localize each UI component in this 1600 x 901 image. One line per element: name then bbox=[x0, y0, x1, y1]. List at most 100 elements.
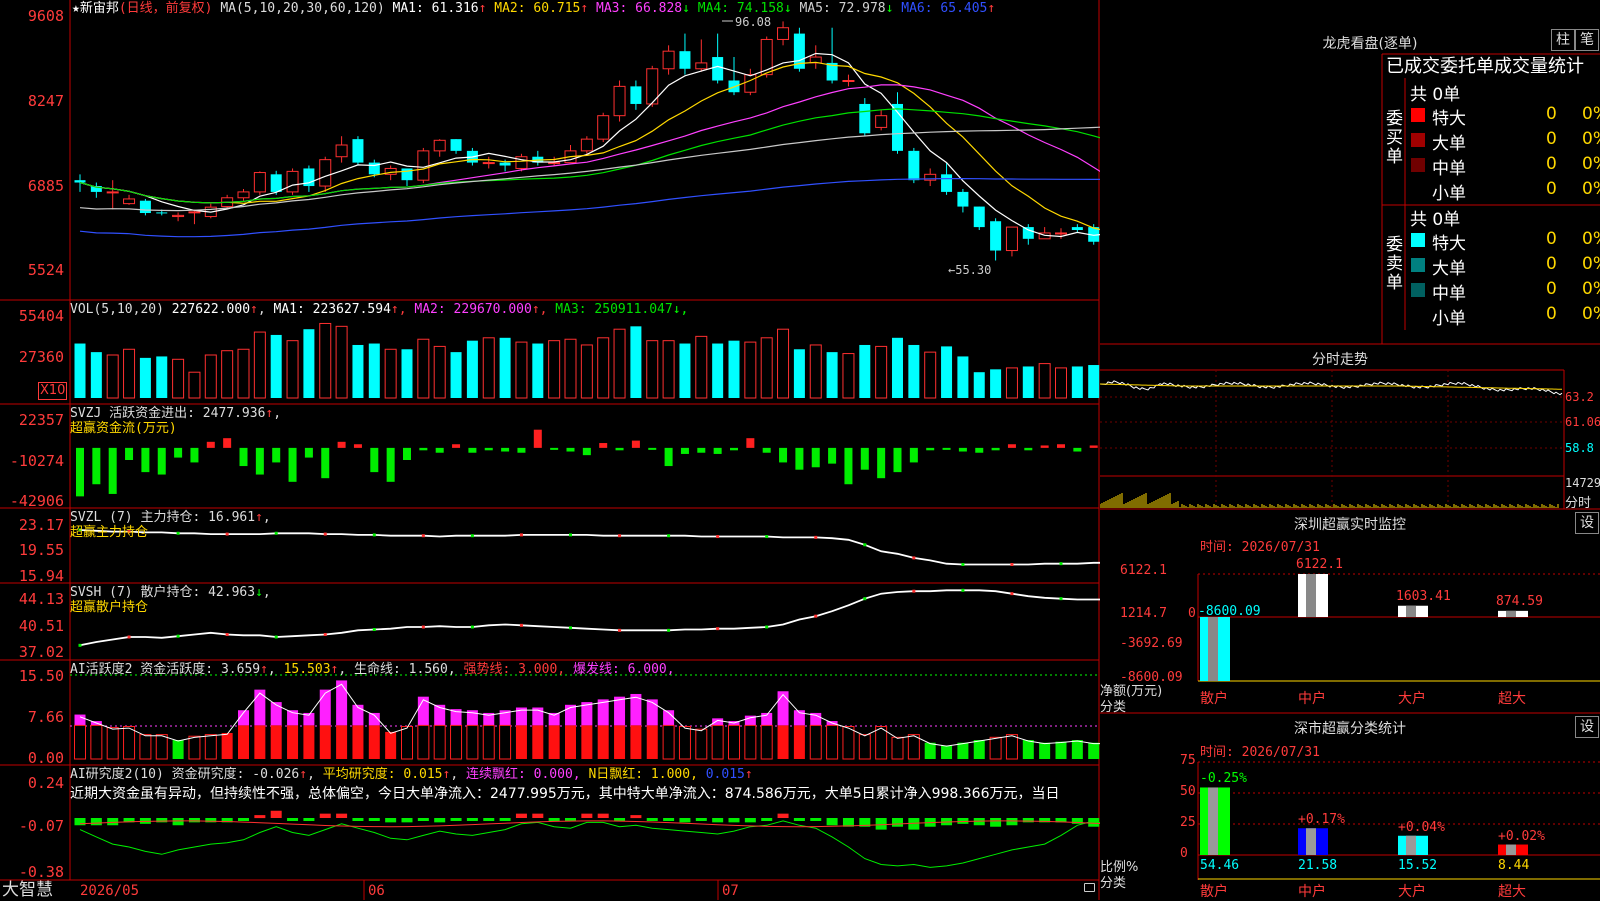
vol-ma-arrow: ↑, bbox=[390, 302, 415, 317]
ai1-bar-top bbox=[319, 689, 331, 726]
svsh-line-dot bbox=[618, 628, 622, 632]
sell-side-label: 委卖单 bbox=[1386, 235, 1403, 293]
ai1-bar bbox=[1039, 742, 1051, 759]
ai2-bar bbox=[417, 818, 429, 821]
ai2-bar bbox=[254, 815, 266, 819]
vol-bar bbox=[580, 344, 593, 399]
svzj-bar bbox=[190, 447, 199, 463]
period-label[interactable]: (日线，前复权) bbox=[119, 1, 213, 16]
ma-arrow: ↑ bbox=[478, 1, 495, 16]
ai2-bar bbox=[761, 818, 773, 821]
ai2-bar bbox=[777, 813, 789, 818]
chart-svg[interactable]: 96.08 ←55.30 bbox=[0, 0, 1100, 900]
ai1-ytick: 7.66 bbox=[27, 708, 64, 726]
ai1-bar bbox=[417, 724, 430, 760]
date-label: 06 bbox=[368, 883, 385, 899]
ai1-bar bbox=[287, 725, 299, 759]
ai2-bar bbox=[565, 818, 576, 821]
svzj-bar bbox=[1024, 447, 1033, 451]
svzl-line-dot bbox=[667, 534, 671, 538]
svzj-bar bbox=[958, 447, 967, 452]
svsh-line-dot bbox=[716, 627, 720, 631]
dragon-tiger-title: 龙虎看盘(逐单) bbox=[1322, 36, 1418, 52]
ma-value: MA1: 61.316 bbox=[392, 1, 479, 16]
svzl-ytick: 19.55 bbox=[18, 541, 64, 559]
order-pct: 0% bbox=[1582, 279, 1600, 299]
order-color-swatch bbox=[1411, 258, 1425, 272]
ai2-bar bbox=[515, 813, 527, 818]
ma-arrow: ↓ bbox=[682, 1, 698, 16]
ma-arrow: ↓ bbox=[783, 1, 800, 16]
sh-settings-button[interactable]: 设 bbox=[1575, 716, 1599, 738]
sz-category: 超大 bbox=[1498, 691, 1526, 707]
candle-down bbox=[679, 51, 691, 69]
ai2-bar bbox=[663, 818, 675, 821]
svzj-bar bbox=[697, 447, 706, 453]
svzj-bar bbox=[157, 447, 166, 475]
ai2-bar bbox=[74, 818, 86, 826]
sh-bar-delta: +0.04% bbox=[1398, 819, 1445, 835]
svsh-line-dot bbox=[519, 623, 523, 627]
ai1-bar bbox=[646, 725, 658, 759]
star-icon[interactable]: ★ bbox=[72, 1, 80, 16]
sh-bar-delta: +0.17% bbox=[1298, 812, 1345, 828]
sh-bar-label: 54.46 bbox=[1200, 858, 1240, 873]
sz-settings-button[interactable]: 设 bbox=[1575, 512, 1599, 534]
ai-research-bars-group bbox=[74, 810, 1100, 868]
order-color-swatch bbox=[1411, 183, 1425, 197]
vol-ytick: 27360 bbox=[18, 348, 64, 366]
ai2-bar bbox=[172, 818, 184, 826]
order-count: 0 bbox=[1546, 304, 1557, 324]
vol-bar bbox=[139, 357, 151, 398]
ai1-ytick: 0.00 bbox=[27, 749, 64, 767]
ai1-bar bbox=[1088, 742, 1100, 759]
sz-bar-shade bbox=[1208, 617, 1218, 681]
lock-icon[interactable] bbox=[1084, 883, 1095, 892]
ai-activity-bars-group bbox=[74, 680, 1100, 760]
order-type-label: 特大 bbox=[1432, 109, 1466, 129]
ai2-bar bbox=[287, 818, 299, 821]
svsh-line-dot bbox=[225, 633, 229, 636]
brand-logo[interactable]: 大智慧 bbox=[2, 881, 53, 900]
sz-xlabel: 分类 bbox=[1100, 700, 1127, 715]
sh-time: 时间: 2026/07/31 bbox=[1200, 745, 1320, 760]
svzj-bar bbox=[484, 447, 493, 451]
ai1-bar-top bbox=[614, 696, 626, 726]
candle-up bbox=[548, 162, 561, 165]
vol-bar bbox=[335, 325, 348, 399]
svsh-line-dot bbox=[814, 614, 818, 618]
intraday-chart bbox=[1100, 380, 1563, 508]
svzj-bar bbox=[550, 447, 559, 450]
svsh-line-dot bbox=[667, 628, 671, 632]
ai2-bar bbox=[695, 818, 707, 821]
ai2-bar bbox=[1022, 818, 1034, 823]
tick-view-button[interactable]: 笔 bbox=[1575, 29, 1599, 51]
svzj-sub: 超赢资金流(万元) bbox=[70, 421, 177, 436]
vol-bar bbox=[662, 340, 675, 399]
bar-view-button[interactable]: 柱 bbox=[1551, 29, 1575, 51]
vol-bar bbox=[384, 348, 397, 399]
buy-side-label: 委买单 bbox=[1386, 109, 1403, 167]
ai2-bar bbox=[434, 818, 446, 823]
svsh-line-dot bbox=[1059, 597, 1063, 601]
candle-down bbox=[630, 86, 642, 104]
candle-down bbox=[908, 150, 920, 181]
candle-down bbox=[139, 200, 151, 214]
ai1-bar bbox=[875, 725, 888, 760]
ai1-bar bbox=[482, 724, 495, 760]
date-label: 2026/05 bbox=[80, 883, 140, 899]
svzl-line-dot bbox=[1059, 562, 1063, 566]
order-type-label: 中单 bbox=[1432, 159, 1466, 179]
ai2-bar bbox=[483, 818, 495, 821]
chart-area[interactable]: 96.08 ←55.30 9608 8247 6885 5524 ★新宙邦(日线… bbox=[0, 0, 1100, 900]
vol-bar bbox=[499, 337, 511, 398]
order-type-label: 特大 bbox=[1432, 234, 1466, 254]
svzj-bar bbox=[1040, 445, 1049, 448]
ai1-bar bbox=[711, 724, 724, 760]
svsh-line-dot bbox=[323, 633, 327, 636]
svzj-bar bbox=[762, 447, 771, 453]
svzl-line-dot bbox=[912, 556, 916, 560]
vol-bar bbox=[123, 348, 136, 399]
vol-header: VOL(5,10,20) 227622.000↑, MA1: 223627.59… bbox=[70, 302, 689, 317]
ai1-bar bbox=[433, 724, 446, 760]
